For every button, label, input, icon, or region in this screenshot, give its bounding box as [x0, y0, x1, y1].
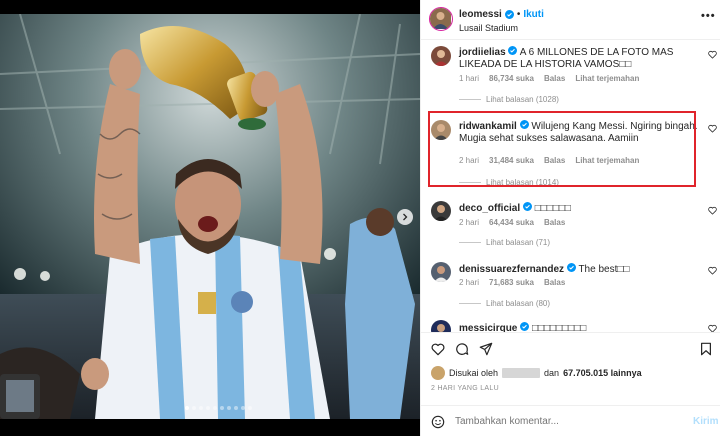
separator-dot: • [516, 9, 521, 20]
post-sidebar: leomessi • Ikuti Lusail Stadium ••• jord… [420, 0, 720, 436]
comment-body: □□□□□□□□□ [531, 323, 587, 332]
comment-meta: 1 hari 86,734 suka Balas Lihat terjemaha… [459, 74, 639, 83]
post-actions [421, 332, 720, 356]
comment-time[interactable]: 2 hari [459, 278, 479, 287]
reply-button[interactable]: Balas [544, 74, 565, 83]
author-username[interactable]: leomessi [459, 9, 502, 20]
comment-input[interactable] [455, 416, 675, 427]
liker-avatar[interactable] [431, 366, 445, 380]
comment-body: The best□□ [578, 264, 630, 275]
verified-badge-icon [522, 202, 532, 211]
comment-username[interactable]: denissuarezfernandez [459, 264, 564, 275]
reply-button[interactable]: Balas [544, 218, 565, 227]
heart-icon[interactable] [708, 266, 717, 275]
comment-body: □□□□□□ [534, 203, 571, 214]
carousel-indicator [185, 406, 252, 410]
reply-line [459, 303, 481, 304]
bookmark-icon[interactable] [699, 342, 713, 356]
view-replies-button[interactable]: Lihat balasan (80) [459, 299, 550, 308]
post-comment-button[interactable]: Kirim [693, 416, 719, 427]
post-location[interactable]: Lusail Stadium [459, 23, 518, 33]
comment-likes[interactable]: 64,434 suka [489, 218, 534, 227]
carousel-dot [248, 406, 252, 410]
comment-time[interactable]: 2 hari [459, 218, 479, 227]
post-header: leomessi • Ikuti Lusail Stadium ••• [421, 0, 720, 40]
post-media [0, 0, 420, 436]
view-replies-label: Lihat balasan (1028) [486, 95, 559, 104]
comment-text: deco_official □□□□□□ [459, 202, 707, 215]
carousel-dot [185, 406, 189, 410]
commenter-avatar[interactable] [431, 262, 451, 282]
reply-button[interactable]: Balas [544, 278, 565, 287]
heart-icon[interactable] [708, 124, 717, 133]
comment-meta: 2 hari 64,434 suka Balas [459, 218, 565, 227]
likes-summary: Disukai oleh dan 67.705.015 lainnya [431, 366, 642, 380]
author-avatar[interactable] [429, 7, 453, 31]
commenter-avatar[interactable] [431, 201, 451, 221]
carousel-dot [241, 406, 245, 410]
add-comment-bar: Kirim [421, 405, 720, 436]
verified-badge-icon [504, 10, 514, 19]
reply-line [459, 99, 481, 100]
heart-icon[interactable] [708, 324, 717, 332]
likes-prefix: Disukai oleh [449, 368, 499, 378]
post-date[interactable]: 2 HARI YANG LALU [431, 385, 499, 392]
heart-icon[interactable] [708, 206, 717, 215]
verified-badge-icon [508, 46, 518, 55]
carousel-dot [206, 406, 210, 410]
next-photo-button[interactable] [397, 209, 413, 225]
view-replies-label: Lihat balasan (71) [486, 238, 551, 247]
chevron-right-icon [403, 213, 408, 221]
follow-button[interactable]: Ikuti [523, 9, 544, 20]
reply-line [459, 242, 481, 243]
verified-badge-icon [566, 263, 576, 272]
likes-and: dan [544, 368, 560, 378]
verified-badge-icon [520, 322, 530, 331]
comment-meta: 2 hari 71,683 suka Balas [459, 278, 565, 287]
carousel-dot [227, 406, 231, 410]
smiley-icon[interactable] [431, 415, 445, 429]
highlight-box [428, 111, 696, 187]
carousel-dot [213, 406, 217, 410]
comment-likes[interactable]: 71,683 suka [489, 278, 534, 287]
liker-username-redacted[interactable] [502, 368, 541, 378]
comment-icon[interactable] [455, 342, 469, 356]
author-row: leomessi • Ikuti [459, 9, 544, 20]
comment-text: jordiielias A 6 MILLONES DE LA FOTO MAS … [459, 46, 707, 71]
carousel-dot [234, 406, 238, 410]
translate-button[interactable]: Lihat terjemahan [575, 74, 639, 83]
likes-count[interactable]: 67.705.015 lainnya [563, 368, 642, 378]
commenter-avatar[interactable] [431, 46, 451, 66]
comment-username[interactable]: jordiielias [459, 47, 506, 58]
comment-text: messicirque □□□□□□□□□ [459, 322, 707, 332]
carousel-dot [220, 406, 224, 410]
view-replies-label: Lihat balasan (80) [486, 299, 551, 308]
view-replies-button[interactable]: Lihat balasan (71) [459, 238, 550, 247]
comment-likes[interactable]: 86,734 suka [489, 74, 534, 83]
comment-username[interactable]: messicirque [459, 323, 517, 332]
heart-icon[interactable] [431, 342, 445, 356]
post-photo[interactable] [0, 14, 420, 419]
view-replies-button[interactable]: Lihat balasan (1028) [459, 95, 559, 104]
share-icon[interactable] [479, 342, 493, 356]
more-options-button[interactable]: ••• [701, 10, 716, 22]
carousel-dot [192, 406, 196, 410]
heart-icon[interactable] [708, 50, 717, 59]
carousel-dot [199, 406, 203, 410]
comment-time[interactable]: 1 hari [459, 74, 479, 83]
instagram-post: leomessi • Ikuti Lusail Stadium ••• jord… [0, 0, 720, 436]
comment-text: denissuarezfernandez The best□□ [459, 263, 707, 276]
commenter-avatar[interactable] [431, 320, 451, 332]
comment-username[interactable]: deco_official [459, 203, 520, 214]
